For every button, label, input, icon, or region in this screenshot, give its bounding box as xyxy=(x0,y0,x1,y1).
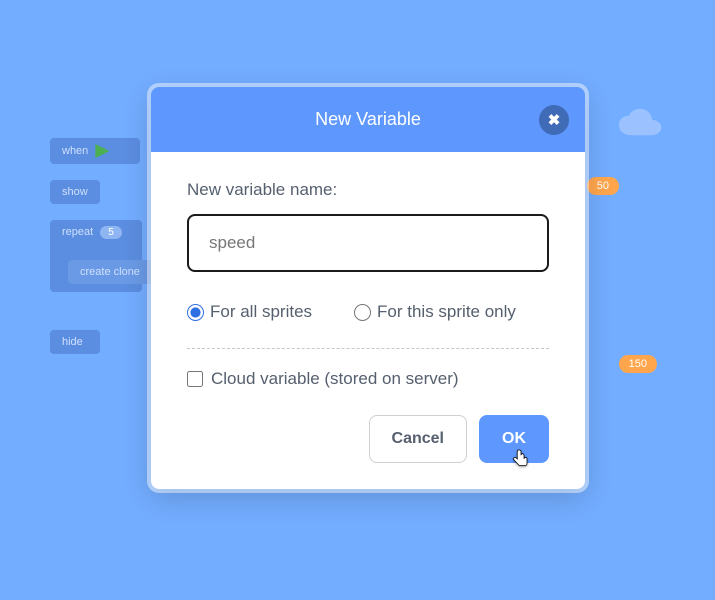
cancel-button-label: Cancel xyxy=(392,430,444,447)
value-pill-top: 50 xyxy=(587,177,619,195)
dialog-header: New Variable ✖ xyxy=(151,87,585,152)
scope-all-sprites-option[interactable]: For all sprites xyxy=(187,302,312,322)
close-icon: ✖ xyxy=(548,111,561,129)
dialog-button-row: Cancel OK xyxy=(187,415,549,463)
close-button[interactable]: ✖ xyxy=(539,105,569,135)
block-label: hide xyxy=(62,336,83,348)
cloud-icon xyxy=(611,108,671,142)
cloud-variable-option[interactable]: Cloud variable (stored on server) xyxy=(187,369,549,389)
block-create-clone: create clone xyxy=(68,260,158,284)
cancel-button[interactable]: Cancel xyxy=(369,415,467,463)
scope-this-sprite-label: For this sprite only xyxy=(377,302,516,322)
scope-all-sprites-radio[interactable] xyxy=(187,304,204,321)
block-label: when xyxy=(62,145,88,157)
new-variable-dialog: New Variable ✖ New variable name: For al… xyxy=(151,87,585,489)
ok-button-label: OK xyxy=(502,430,526,447)
scope-all-sprites-label: For all sprites xyxy=(210,302,312,322)
repeat-count: 5 xyxy=(100,226,122,239)
block-label: repeat xyxy=(62,226,93,238)
block-hide: hide xyxy=(50,330,100,354)
block-when-flag: when xyxy=(50,138,140,164)
scope-this-sprite-option[interactable]: For this sprite only xyxy=(354,302,516,322)
value-pill-mid: 150 xyxy=(619,355,657,373)
variable-name-label: New variable name: xyxy=(187,180,549,200)
block-label: create clone xyxy=(80,266,140,278)
variable-name-input[interactable] xyxy=(187,214,549,272)
pointer-cursor-icon xyxy=(512,448,530,470)
dialog-title: New Variable xyxy=(315,109,421,130)
dialog-body: New variable name: For all sprites For t… xyxy=(151,152,585,489)
flag-icon xyxy=(95,144,109,158)
ok-button[interactable]: OK xyxy=(479,415,549,463)
scope-radio-group: For all sprites For this sprite only xyxy=(187,302,549,322)
divider xyxy=(187,348,549,349)
block-label: show xyxy=(62,186,88,198)
cloud-variable-label: Cloud variable (stored on server) xyxy=(211,369,459,389)
cloud-variable-checkbox[interactable] xyxy=(187,371,203,387)
block-show: show xyxy=(50,180,100,204)
scope-this-sprite-radio[interactable] xyxy=(354,304,371,321)
